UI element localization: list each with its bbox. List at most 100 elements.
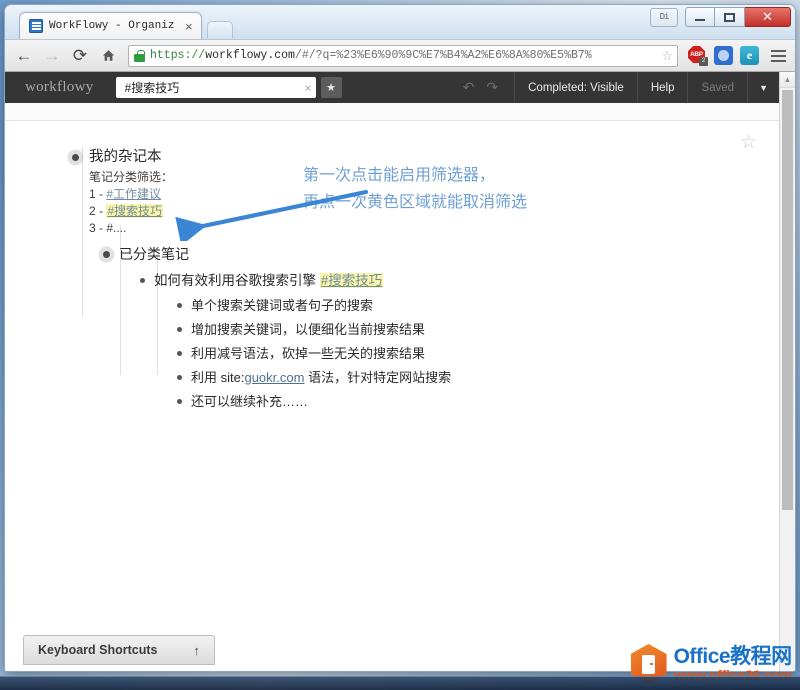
saved-status: Saved — [687, 72, 747, 103]
tab-strip: WorkFlowy - Organize yo × Di ✕ — [5, 5, 795, 39]
tab-title: WorkFlowy - Organize yo — [49, 20, 175, 32]
outline-section-node: 已分类笔记 如何有效利用谷歌搜索引擎 #搜索技巧 — [103, 244, 779, 412]
abp-badge: 2 — [699, 57, 708, 66]
maximize-icon — [724, 13, 735, 22]
blue-extension-icon[interactable] — [714, 46, 733, 65]
window-close-button[interactable]: ✕ — [745, 7, 791, 27]
undo-redo-group: ↶ ↷ — [447, 72, 514, 103]
sub-item-text[interactable]: 增加搜索关键词，以便细化当前搜索结果 — [191, 319, 425, 340]
lock-icon — [134, 50, 145, 62]
note-line-2-prefix: 2 - — [89, 204, 106, 218]
root-bullet-icon[interactable] — [72, 154, 79, 161]
sub-item-pre: 利用 site: — [191, 370, 244, 385]
note-line-3-prefix: 3 - — [89, 221, 106, 235]
completed-visibility-button[interactable]: Completed: Visible — [514, 72, 637, 103]
list-item[interactable]: 单个搜索关键词或者句子的搜索 — [177, 295, 779, 316]
note-label: 笔记分类筛选： — [89, 169, 779, 186]
redo-icon[interactable]: ↷ — [486, 79, 498, 96]
back-icon[interactable]: ← — [11, 43, 37, 69]
list-item[interactable]: 利用 site:guokr.com 语法，针对特定网站搜索 — [177, 367, 779, 388]
search-box[interactable]: × — [116, 77, 316, 98]
sub-item-post: 语法，针对特定网站搜索 — [304, 370, 451, 385]
root-note[interactable]: 笔记分类筛选： 1 - #工作建议 2 - #搜索技巧 3 - #.... — [89, 169, 779, 237]
item-title-tag-highlight[interactable]: #搜索技巧 — [320, 273, 384, 288]
browser-tab[interactable]: WorkFlowy - Organize yo × — [19, 12, 202, 39]
sub-bullet-icon[interactable] — [177, 303, 182, 308]
note-line-3: 3 - #.... — [89, 220, 779, 237]
list-item[interactable]: 还可以继续补充…… — [177, 391, 779, 412]
sub-bullet-icon[interactable] — [177, 351, 182, 356]
scroll-up-icon[interactable]: ▲ — [780, 72, 795, 88]
note-line-1-prefix: 1 - — [89, 187, 106, 201]
address-bar[interactable]: https://workflowy.com/#/?q=%23%E6%90%9C%… — [128, 45, 678, 67]
window-controls: Di ✕ — [650, 7, 791, 27]
clear-search-icon[interactable]: × — [302, 81, 312, 95]
breadcrumb-bar — [5, 103, 779, 121]
keyboard-shortcuts-label: Keyboard Shortcuts — [38, 643, 157, 657]
adblock-plus-extension-icon[interactable]: ABP 2 — [688, 46, 707, 65]
section-bullet-icon[interactable] — [103, 251, 110, 258]
sub-item-list: 单个搜索关键词或者句子的搜索 增加搜索关键词，以便细化当前搜索结果 利用减号语法… — [177, 295, 779, 412]
note-line-3-tag: #.... — [106, 221, 126, 235]
workflowy-favicon-icon — [29, 19, 43, 33]
taskbar — [0, 676, 800, 690]
outline-item-node: 如何有效利用谷歌搜索引擎 #搜索技巧 单个搜索关键词或者句子的搜索 — [140, 270, 779, 412]
guokr-link[interactable]: guokr.com — [244, 370, 304, 385]
sub-item-text[interactable]: 利用 site:guokr.com 语法，针对特定网站搜索 — [191, 367, 451, 388]
list-item[interactable]: 增加搜索关键词，以便细化当前搜索结果 — [177, 319, 779, 340]
workflowy-header-bar: workflowy × ★ ↶ ↷ Completed: Visible Hel… — [5, 72, 779, 103]
item-row[interactable]: 如何有效利用谷歌搜索引擎 #搜索技巧 — [140, 270, 779, 291]
minimize-icon — [695, 19, 705, 21]
item-title-tag[interactable]: #搜索技巧 — [321, 273, 383, 288]
reload-icon[interactable]: ⟳ — [67, 43, 93, 69]
help-button[interactable]: Help — [637, 72, 688, 103]
outline-body: ☆ 我的杂记本 笔记分类筛选： 1 - — [5, 121, 779, 671]
section-row[interactable]: 已分类笔记 — [103, 244, 779, 265]
note-line-1-tag[interactable]: #工作建议 — [106, 187, 161, 201]
search-input[interactable] — [123, 80, 302, 96]
tab-close-icon[interactable]: × — [181, 20, 193, 33]
home-glyph — [102, 49, 115, 62]
window-extra-button[interactable]: Di — [650, 8, 678, 27]
root-title[interactable]: 我的杂记本 — [89, 147, 779, 167]
sub-bullet-icon[interactable] — [177, 375, 182, 380]
teal-extension-icon[interactable]: e — [740, 46, 759, 65]
window-minimize-button[interactable] — [685, 7, 715, 27]
sub-item-text[interactable]: 还可以继续补充…… — [191, 391, 308, 412]
undo-icon[interactable]: ↶ — [463, 79, 475, 96]
sub-bullet-icon[interactable] — [177, 327, 182, 332]
scrollbar-thumb[interactable] — [782, 90, 793, 510]
forward-icon[interactable]: → — [39, 43, 65, 69]
arrow-up-icon: ↑ — [194, 643, 201, 658]
save-search-star-button[interactable]: ★ — [321, 77, 342, 98]
page-scrollbar[interactable]: ▲ — [779, 72, 795, 671]
chrome-browser-window: WorkFlowy - Organize yo × Di ✕ ← → ⟳ — [4, 4, 796, 672]
window-maximize-button[interactable] — [715, 7, 745, 27]
sub-item-text[interactable]: 利用减号语法，砍掉一些无关的搜索结果 — [191, 343, 425, 364]
item-bullet-icon[interactable] — [140, 278, 145, 283]
bookmark-star-icon[interactable]: ☆ — [661, 48, 673, 64]
note-line-2-tag[interactable]: #搜索技巧 — [107, 204, 162, 218]
home-icon[interactable] — [95, 43, 121, 69]
url-host: workflowy.com — [205, 49, 295, 62]
url-path: /#/?q=%23%E6%90%9C%E7%B4%A2%E6%8A%80%E5%… — [295, 49, 592, 62]
item-title-text: 如何有效利用谷歌搜索引擎 — [154, 273, 320, 288]
sub-bullet-icon[interactable] — [177, 399, 182, 404]
outline-root-node: 我的杂记本 笔记分类筛选： 1 - #工作建议 2 - #搜索技巧 — [67, 147, 779, 237]
section-title[interactable]: 已分类笔记 — [119, 244, 189, 265]
workflowy-logo[interactable]: workflowy — [25, 79, 94, 96]
outline-tree: 我的杂记本 笔记分类筛选： 1 - #工作建议 2 - #搜索技巧 — [5, 147, 779, 412]
workflowy-app: workflowy × ★ ↶ ↷ Completed: Visible Hel… — [5, 72, 779, 671]
browser-toolbar: ← → ⟳ https://workflowy.com/#/?q=%23%E6%… — [5, 39, 795, 72]
new-tab-button[interactable] — [207, 21, 233, 38]
list-item[interactable]: 利用减号语法，砍掉一些无关的搜索结果 — [177, 343, 779, 364]
keyboard-shortcuts-button[interactable]: Keyboard Shortcuts ↑ — [23, 635, 215, 665]
active-filter-tag-highlight[interactable]: #搜索技巧 — [106, 204, 163, 218]
url-text: https://workflowy.com/#/?q=%23%E6%90%9C%… — [150, 49, 656, 62]
desktop-background: WorkFlowy - Organize yo × Di ✕ ← → ⟳ — [0, 0, 800, 690]
page-viewport: workflowy × ★ ↶ ↷ Completed: Visible Hel… — [5, 72, 795, 671]
chrome-menu-icon[interactable] — [767, 45, 789, 67]
chevron-down-icon[interactable]: ▼ — [747, 72, 779, 103]
item-title[interactable]: 如何有效利用谷歌搜索引擎 #搜索技巧 — [154, 270, 383, 291]
sub-item-text[interactable]: 单个搜索关键词或者句子的搜索 — [191, 295, 373, 316]
